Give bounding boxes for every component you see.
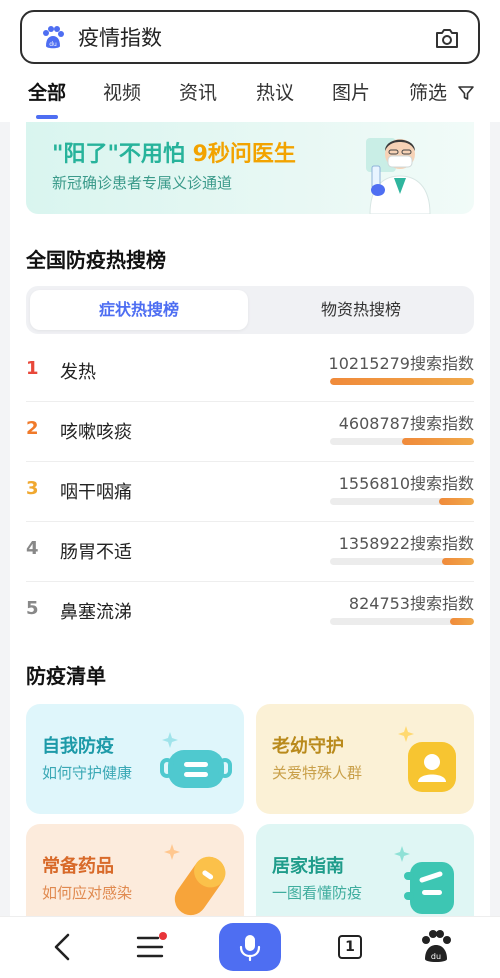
rank-name: 鼻塞流涕 [60, 602, 132, 623]
card-subtitle: 如何守护健康 [42, 764, 133, 782]
top-header: du 疫情指数 全部 视频 资讯 热议 图片 筛选 [0, 0, 500, 122]
search-box[interactable]: du 疫情指数 [20, 10, 480, 64]
card-title: 常备药品 [42, 856, 114, 877]
index-bar [330, 378, 474, 385]
search-index: 10215279搜索指数 [328, 354, 474, 373]
bottom-navigation: 1 du [0, 916, 500, 978]
rank-name: 肠胃不适 [60, 542, 132, 563]
rank-name: 咳嗽咳痰 [60, 422, 132, 443]
back-arrow-icon[interactable] [44, 927, 84, 967]
hot-search-title: 全国防疫热搜榜 [26, 248, 166, 272]
filter-icon[interactable] [457, 84, 475, 102]
card-subtitle: 一图看懂防疫 [272, 884, 363, 902]
camera-icon[interactable] [434, 25, 460, 51]
svg-text:du: du [49, 41, 57, 48]
svg-text:du: du [431, 952, 441, 961]
index-bar-fill [402, 438, 474, 445]
rank-number: 1 [26, 358, 39, 379]
home-guide-icon [394, 846, 454, 914]
card-medicine[interactable]: 常备药品 如何应对感染 [26, 824, 244, 916]
tab-images[interactable]: 图片 [332, 80, 370, 106]
index-bar [330, 438, 474, 445]
baidu-home-icon[interactable]: du [416, 927, 456, 967]
ranking-row[interactable]: 2 咳嗽咳痰 4608787搜索指数 [26, 402, 474, 462]
card-self-protection[interactable]: 自我防疫 如何守护健康 [26, 704, 244, 814]
rank-number: 5 [26, 598, 39, 619]
index-bar-fill [330, 378, 474, 385]
card-home-guide[interactable]: 居家指南 一图看懂防疫 [256, 824, 474, 916]
index-bar-fill [442, 558, 474, 565]
voice-search-button[interactable] [219, 923, 281, 971]
mask-icon [160, 732, 232, 788]
pill-icon [164, 844, 226, 916]
card-title: 老幼守护 [272, 736, 344, 757]
doctor-banner[interactable]: "阳了"不用怕 9秒问医生 新冠确诊患者专属义诊通道 [26, 122, 474, 214]
index-bar [330, 618, 474, 625]
card-elderly-children[interactable]: 老幼守护 关爱特殊人群 [256, 704, 474, 814]
tab-count: 1 [338, 935, 362, 959]
rank-number: 2 [26, 418, 39, 439]
segment-supplies[interactable]: 物资热搜榜 [252, 290, 470, 330]
active-tab-indicator [36, 115, 58, 119]
index-bar [330, 498, 474, 505]
search-index: 4608787搜索指数 [338, 414, 474, 433]
person-card-icon [398, 726, 456, 792]
card-subtitle: 关爱特殊人群 [272, 764, 363, 782]
card-title: 自我防疫 [42, 736, 114, 757]
segment-symptom[interactable]: 症状热搜榜 [30, 290, 248, 330]
index-bar-fill [439, 498, 474, 505]
ranking-switch: 症状热搜榜 物资热搜榜 [26, 286, 474, 334]
banner-title: "阳了"不用怕 9秒问医生 [52, 142, 296, 167]
rank-name: 发热 [60, 362, 96, 383]
ranking-row[interactable]: 4 肠胃不适 1358922搜索指数 [26, 522, 474, 582]
tab-all[interactable]: 全部 [28, 80, 66, 106]
checklist-title: 防疫清单 [26, 664, 106, 688]
baidu-paw-icon: du [43, 26, 64, 49]
search-index: 824753搜索指数 [348, 594, 474, 613]
tab-filter[interactable]: 筛选 [409, 80, 447, 106]
ranking-row[interactable]: 5 鼻塞流涕 824753搜索指数 [26, 582, 474, 642]
ranking-row[interactable]: 3 咽干咽痛 1556810搜索指数 [26, 462, 474, 522]
card-title: 居家指南 [272, 856, 344, 877]
result-card: "阳了"不用怕 9秒问医生 新冠确诊患者专属义诊通道 全国防疫热搜榜 症状热搜榜… [10, 122, 490, 916]
tabs-button[interactable]: 1 [330, 927, 370, 967]
search-tabs: 全部 视频 资讯 热议 图片 筛选 [0, 74, 500, 122]
index-bar-fill [449, 618, 474, 625]
microphone-icon [239, 935, 261, 961]
tab-discussion[interactable]: 热议 [256, 80, 294, 106]
card-subtitle: 如何应对感染 [42, 884, 133, 902]
search-index: 1358922搜索指数 [338, 534, 474, 553]
search-index: 1556810搜索指数 [338, 474, 474, 493]
tab-video[interactable]: 视频 [103, 80, 141, 106]
doctor-illustration-icon [366, 138, 431, 214]
menu-icon[interactable] [130, 927, 170, 967]
tab-news[interactable]: 资讯 [179, 80, 217, 106]
search-input[interactable]: 疫情指数 [78, 22, 162, 54]
rank-name: 咽干咽痛 [60, 482, 132, 503]
ranking-row[interactable]: 1 发热 10215279搜索指数 [26, 342, 474, 402]
banner-subtitle: 新冠确诊患者专属义诊通道 [52, 174, 233, 192]
rank-number: 3 [26, 478, 39, 499]
rank-number: 4 [26, 538, 39, 559]
index-bar [330, 558, 474, 565]
